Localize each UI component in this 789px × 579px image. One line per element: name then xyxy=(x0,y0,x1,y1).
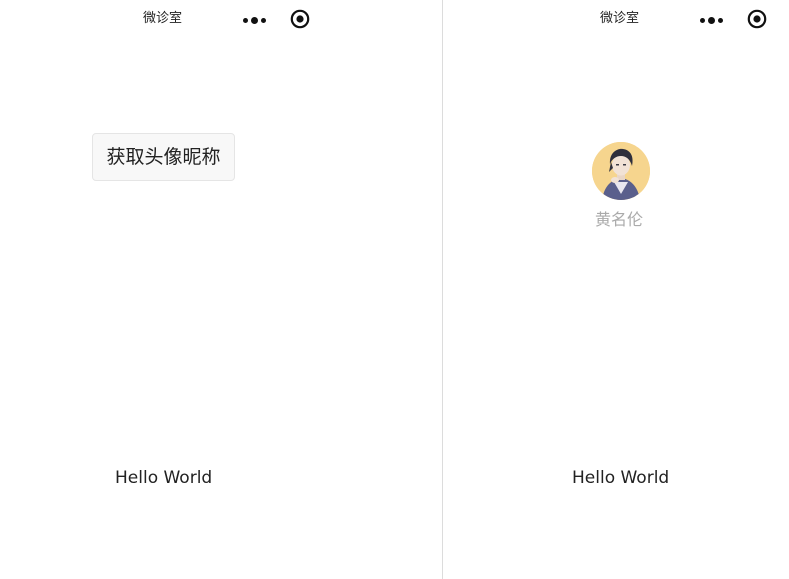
left-screen: 微诊室 获取头像昵称 Hello World xyxy=(0,0,442,579)
hello-world-text: Hello World xyxy=(572,468,670,488)
target-circle-icon[interactable] xyxy=(290,9,310,29)
target-circle-icon[interactable] xyxy=(747,9,767,29)
right-screen: 微诊室 黄名伦 Hello World xyxy=(443,0,789,579)
avatar-illustration xyxy=(592,142,650,200)
nav-title: 微诊室 xyxy=(600,11,640,26)
more-dots-icon[interactable] xyxy=(699,14,725,26)
dual-screen-preview: 微诊室 获取头像昵称 Hello World 微诊室 黄名伦 Hello Wor… xyxy=(0,0,789,579)
user-avatar[interactable] xyxy=(592,142,650,200)
hello-world-text: Hello World xyxy=(115,468,213,488)
user-nickname: 黄名伦 xyxy=(595,210,644,229)
nav-title: 微诊室 xyxy=(143,11,183,26)
more-dots-icon[interactable] xyxy=(242,14,268,26)
get-avatar-nickname-button[interactable]: 获取头像昵称 xyxy=(92,133,235,181)
